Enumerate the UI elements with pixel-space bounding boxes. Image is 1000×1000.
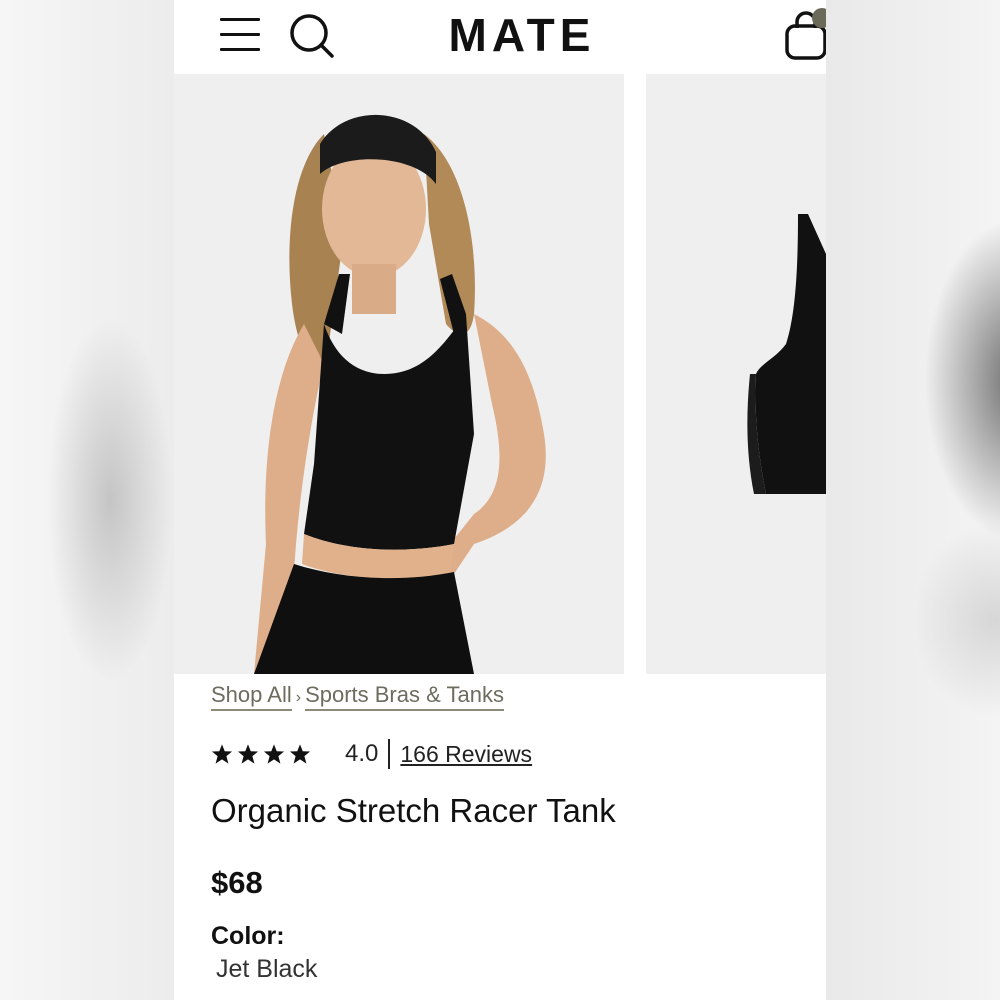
- brand-logo[interactable]: MATE: [432, 8, 612, 62]
- blurred-background-left: [0, 0, 174, 1000]
- product-image-flatlay[interactable]: [646, 74, 826, 674]
- shopping-bag-icon[interactable]: [784, 4, 826, 64]
- breadcrumb-link-shop-all[interactable]: Shop All: [211, 682, 292, 711]
- color-value: Jet Black: [216, 955, 318, 983]
- product-price: $68: [211, 865, 263, 900]
- breadcrumb-link-sports-bras-tanks[interactable]: Sports Bras & Tanks: [305, 682, 504, 711]
- product-image-gallery[interactable]: [174, 74, 826, 674]
- blurred-background-right: [826, 0, 1000, 1000]
- star-icon: [237, 744, 259, 764]
- star-icon: [289, 744, 311, 764]
- product-title: Organic Stretch Racer Tank: [211, 792, 616, 829]
- search-icon[interactable]: [288, 12, 336, 60]
- color-label: Color:: [211, 922, 285, 950]
- hamburger-menu-icon[interactable]: [220, 16, 262, 54]
- rating-value: 4.0: [345, 740, 379, 767]
- breadcrumb: Shop All › Sports Bras & Tanks: [211, 682, 504, 711]
- product-image-model[interactable]: [174, 74, 624, 674]
- product-page: MATE Shop All › Sports Bras & Tanks 4.0 …: [174, 0, 826, 1000]
- rating-divider: [388, 739, 391, 769]
- site-header: MATE: [174, 0, 826, 74]
- rating-stars: [211, 743, 311, 765]
- star-icon: [263, 744, 285, 764]
- star-icon: [211, 744, 233, 764]
- reviews-link[interactable]: 166 Reviews: [400, 741, 532, 768]
- breadcrumb-separator: ›: [295, 689, 302, 706]
- product-rating: 4.0 166 Reviews: [211, 736, 532, 772]
